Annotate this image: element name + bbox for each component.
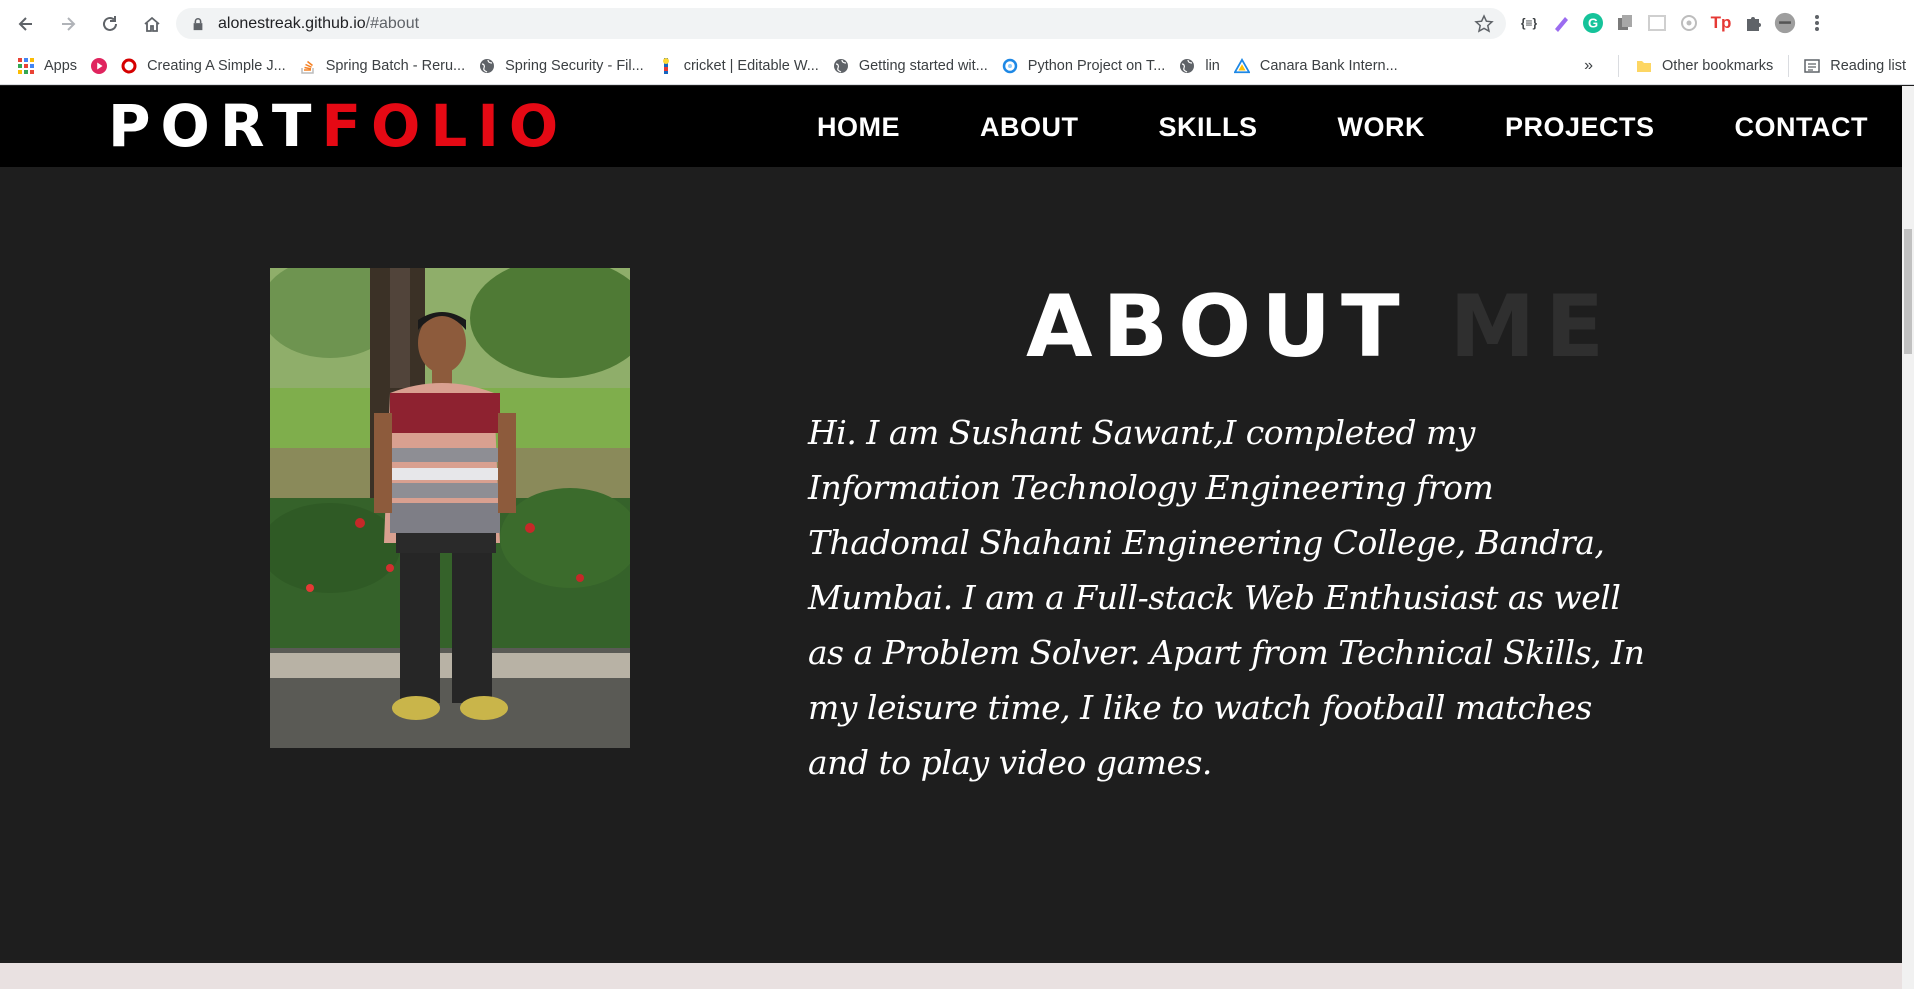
profile-avatar-icon[interactable]: [1774, 12, 1796, 34]
reading-list-button[interactable]: Reading list: [1797, 52, 1914, 80]
puzzle-extensions-icon[interactable]: [1742, 12, 1764, 34]
json-extension-icon[interactable]: {≡}: [1518, 12, 1540, 34]
bookmark-item[interactable]: Canara Bank Intern...: [1227, 52, 1405, 80]
back-icon[interactable]: [6, 4, 46, 44]
globe-icon: [479, 58, 495, 74]
heading-part-white: ABOUT: [1026, 277, 1410, 377]
url-path: /#about: [365, 14, 420, 32]
bookmarks-overflow-button[interactable]: »: [1577, 52, 1600, 80]
tp-extension-icon[interactable]: Tp: [1710, 12, 1732, 34]
bookmark-star-icon[interactable]: [1474, 14, 1494, 34]
heading-part-dark: ME: [1449, 277, 1614, 377]
next-section-edge: [0, 963, 1902, 989]
bookmark-label: Reading list: [1830, 57, 1906, 74]
nav-link-contact[interactable]: CONTACT: [1735, 112, 1868, 142]
forward-icon[interactable]: [48, 4, 88, 44]
bookmark-item[interactable]: lin: [1172, 52, 1227, 80]
bookmark-item[interactable]: Spring Security - Fil...: [472, 52, 651, 80]
bookmark-item[interactable]: Getting started wit...: [826, 52, 995, 80]
divider: [1618, 54, 1620, 77]
gear-extension-icon[interactable]: [1678, 12, 1700, 34]
bookmark-label: Creating A Simple J...: [147, 57, 286, 74]
python-icon: [1002, 58, 1018, 74]
bookmark-label: Getting started wit...: [858, 57, 988, 74]
reading-list-icon: [1804, 58, 1820, 74]
bookmark-item[interactable]: Creating A Simple J...: [114, 52, 293, 80]
play-icon: [91, 57, 108, 74]
menu-kebab-icon[interactable]: [1806, 12, 1828, 34]
other-bookmarks-button[interactable]: Other bookmarks: [1629, 52, 1780, 80]
globe-icon: [833, 58, 849, 74]
bookmark-apps[interactable]: Apps: [11, 52, 84, 80]
bookmark-label: Spring Batch - Reru...: [325, 57, 466, 74]
reload-icon[interactable]: [90, 4, 130, 44]
apps-grid-icon: [18, 57, 34, 74]
overflow-chevron-icon: »: [1584, 56, 1594, 74]
bookmark-item[interactable]: cricket | Editable W...: [651, 52, 826, 80]
about-section: ABOUT ME Hi. I am Sushant Sawant,I compl…: [0, 167, 1902, 963]
globe-icon: [1179, 58, 1195, 74]
nav-link-work[interactable]: WORK: [1337, 112, 1424, 142]
lock-icon[interactable]: [190, 16, 206, 32]
url-host: alonestreak.github.io: [218, 14, 366, 32]
grammarly-icon[interactable]: G: [1582, 12, 1604, 34]
address-bar[interactable]: alonestreak.github.io/#about: [176, 8, 1506, 39]
extensions-row: {≡} G Tp: [1518, 10, 1828, 36]
folder-icon: [1636, 58, 1652, 74]
bookmark-label: Python Project on T...: [1027, 57, 1166, 74]
screenshot-extension-icon[interactable]: [1646, 12, 1668, 34]
site-navbar: PORTFOLIO HOME ABOUT SKILLS WORK PROJECT…: [0, 86, 1914, 167]
scrollbar-thumb[interactable]: [1904, 229, 1912, 354]
about-bio-text: Hi. I am Sushant Sawant,I completed my I…: [808, 413, 1645, 782]
svg-text:G: G: [1588, 16, 1598, 31]
divider: [1788, 54, 1790, 77]
bookmark-label: Canara Bank Intern...: [1259, 57, 1398, 74]
bookmark-label: Other bookmarks: [1662, 57, 1774, 74]
logo-part-white: PORT: [108, 92, 322, 160]
bookmark-label: cricket | Editable W...: [683, 57, 819, 74]
main-menu: HOME ABOUT SKILLS WORK PROJECTS CONTACT: [817, 112, 1868, 142]
nav-link-about[interactable]: ABOUT: [980, 112, 1079, 142]
bookmark-label: lin: [1205, 57, 1220, 74]
home-icon[interactable]: [132, 4, 172, 44]
url-text: alonestreak.github.io/#about: [218, 15, 419, 33]
browser-toolbar: alonestreak.github.io/#about {≡} G Tp: [0, 0, 1914, 47]
bookmark-label: Apps: [44, 57, 78, 74]
triangle-icon: [1233, 57, 1250, 74]
opera-icon: [121, 58, 137, 74]
profile-photo: [270, 268, 630, 748]
pen-extension-icon[interactable]: [1550, 12, 1572, 34]
nav-link-home[interactable]: HOME: [817, 112, 900, 142]
bookmarks-right: » Other bookmarks Reading list: [1577, 47, 1914, 84]
bookmark-label: Spring Security - Fil...: [505, 57, 644, 74]
bookmarks-bar: Apps Creating A Simple J... Spring Batch…: [0, 47, 1914, 85]
site-logo[interactable]: PORTFOLIO: [108, 96, 568, 156]
bookmark-item[interactable]: Python Project on T...: [995, 52, 1173, 80]
bookmark-item[interactable]: Spring Batch - Reru...: [293, 52, 472, 80]
nav-link-projects[interactable]: PROJECTS: [1505, 112, 1655, 142]
logo-part-red: FOLIO: [321, 92, 569, 160]
stackoverflow-icon: [300, 58, 316, 74]
bookmark-play[interactable]: [84, 52, 114, 80]
about-heading: ABOUT ME: [1026, 277, 1614, 377]
cricket-icon: [658, 57, 674, 74]
nav-link-skills[interactable]: SKILLS: [1158, 112, 1257, 142]
copy-extension-icon[interactable]: [1614, 12, 1636, 34]
page-scrollbar[interactable]: [1902, 86, 1914, 989]
